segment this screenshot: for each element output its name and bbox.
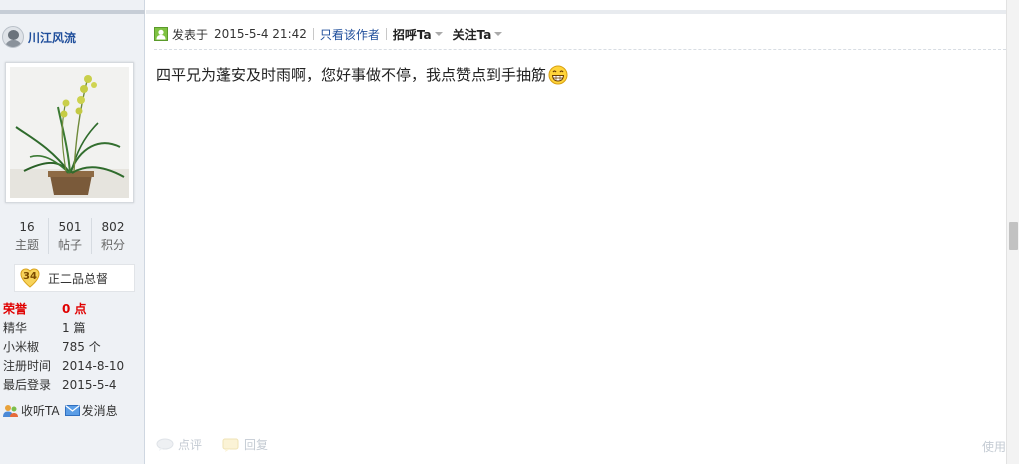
sidebar-top-divider [0, 10, 145, 14]
follow-label: 关注Ta [452, 27, 492, 42]
send-message-label: 发消息 [81, 404, 118, 418]
author-sidebar: 川江风流 16 主题 501 帖子 802 积分 34 正二品总督 荣誉 0 点… [0, 0, 145, 464]
reply-icon [222, 438, 239, 452]
caret-down-icon [434, 32, 443, 36]
header-divider [312, 28, 314, 40]
scrollbar-thumb[interactable] [1009, 222, 1018, 250]
info-digest-key: 精华 [3, 321, 28, 335]
stat-posts-label: 帖子 [57, 238, 82, 252]
info-digest-value: 1 篇 [62, 321, 86, 335]
author-actions: 收听TA 发消息 [3, 402, 123, 419]
rank-badge-icon: 34 [20, 268, 40, 288]
author-name-link[interactable]: 川江风流 [28, 29, 76, 46]
author-stats: 16 主题 501 帖子 802 积分 [6, 218, 134, 254]
stat-points-value: 802 [101, 220, 125, 234]
post-header: 发表于 2015-5-4 21:42 只看该作者 招呼Ta 关注Ta [154, 25, 503, 43]
info-register: 注册时间 2014-8-10 [3, 357, 141, 376]
stat-posts-value: 501 [58, 220, 82, 234]
post-content: 四平兄为蓬安及时雨啊，您好事做不停，我点赞点到手抽筋 [156, 64, 568, 85]
info-last-login-key: 最后登录 [3, 378, 52, 392]
follow-user-icon [3, 404, 18, 417]
info-honor-key: 荣誉 [3, 302, 28, 316]
caret-down-icon [494, 32, 503, 36]
greet-label: 招呼Ta [392, 27, 432, 42]
header-divider [385, 28, 387, 40]
info-last-login: 最后登录 2015-5-4 [3, 376, 141, 395]
info-honor-value: 0 点 [62, 302, 87, 316]
grin-smiley-icon [548, 65, 568, 84]
page-scrollbar[interactable] [1006, 0, 1019, 464]
author-only-link[interactable]: 只看该作者 [320, 26, 380, 43]
post-main: 发表于 2015-5-4 21:42 只看该作者 招呼Ta 关注Ta 四平兄为蓬… [146, 0, 1006, 464]
forum-post-page: 川江风流 16 主题 501 帖子 802 积分 34 正二品总督 荣誉 0 点… [0, 0, 1019, 464]
info-register-value: 2014-8-10 [62, 359, 125, 373]
post-content-text: 四平兄为蓬安及时雨啊，您好事做不停，我点赞点到手抽筋 [156, 66, 547, 84]
info-pepper-key: 小米椒 [3, 340, 40, 354]
posted-label: 发表于 [172, 27, 209, 42]
comment-button[interactable]: 点评 [156, 436, 202, 453]
use-link[interactable]: 使用 [982, 438, 1006, 455]
stat-points[interactable]: 802 积分 [92, 218, 134, 254]
stat-threads-label: 主题 [14, 238, 39, 252]
info-honor: 荣誉 0 点 [3, 300, 141, 319]
posted-time: 2015-5-4 21:42 [214, 27, 307, 41]
send-message-button[interactable]: 发消息 [64, 402, 118, 419]
online-user-icon [2, 26, 24, 48]
reply-label: 回复 [244, 438, 269, 452]
header-dashed-divider [154, 49, 1006, 50]
follow-ta-label: 收听TA [21, 404, 60, 418]
stat-threads[interactable]: 16 主题 [6, 218, 49, 254]
mail-icon [64, 405, 80, 416]
follow-dropdown[interactable]: 关注Ta [453, 26, 503, 43]
author-row: 川江风流 [2, 24, 76, 50]
info-pepper-value: 785 个 [62, 340, 101, 354]
info-digest: 精华 1 篇 [3, 319, 141, 338]
follow-ta-button[interactable]: 收听TA [3, 402, 60, 419]
user-rank: 34 正二品总督 [14, 264, 135, 292]
info-last-login-value: 2015-5-4 [62, 378, 117, 392]
author-info-list: 荣誉 0 点 精华 1 篇 小米椒 785 个 注册时间 2014-8-10 最… [3, 300, 141, 395]
reply-button[interactable]: 回复 [222, 436, 268, 453]
info-register-key: 注册时间 [3, 359, 52, 373]
stat-posts[interactable]: 501 帖子 [49, 218, 92, 254]
stat-threads-value: 16 [19, 220, 35, 234]
comment-icon [156, 438, 174, 451]
comment-label: 点评 [178, 438, 203, 452]
online-icon [154, 27, 168, 41]
info-pepper: 小米椒 785 个 [3, 338, 141, 357]
post-top-divider [146, 10, 1006, 14]
post-footer: 点评 回复 [156, 436, 288, 453]
greet-dropdown[interactable]: 招呼Ta [393, 26, 443, 43]
rank-level: 34 [23, 271, 37, 282]
orchid-avatar-image [10, 67, 129, 198]
author-avatar[interactable] [5, 62, 134, 203]
stat-points-label: 积分 [100, 238, 125, 252]
rank-title: 正二品总督 [48, 271, 109, 286]
